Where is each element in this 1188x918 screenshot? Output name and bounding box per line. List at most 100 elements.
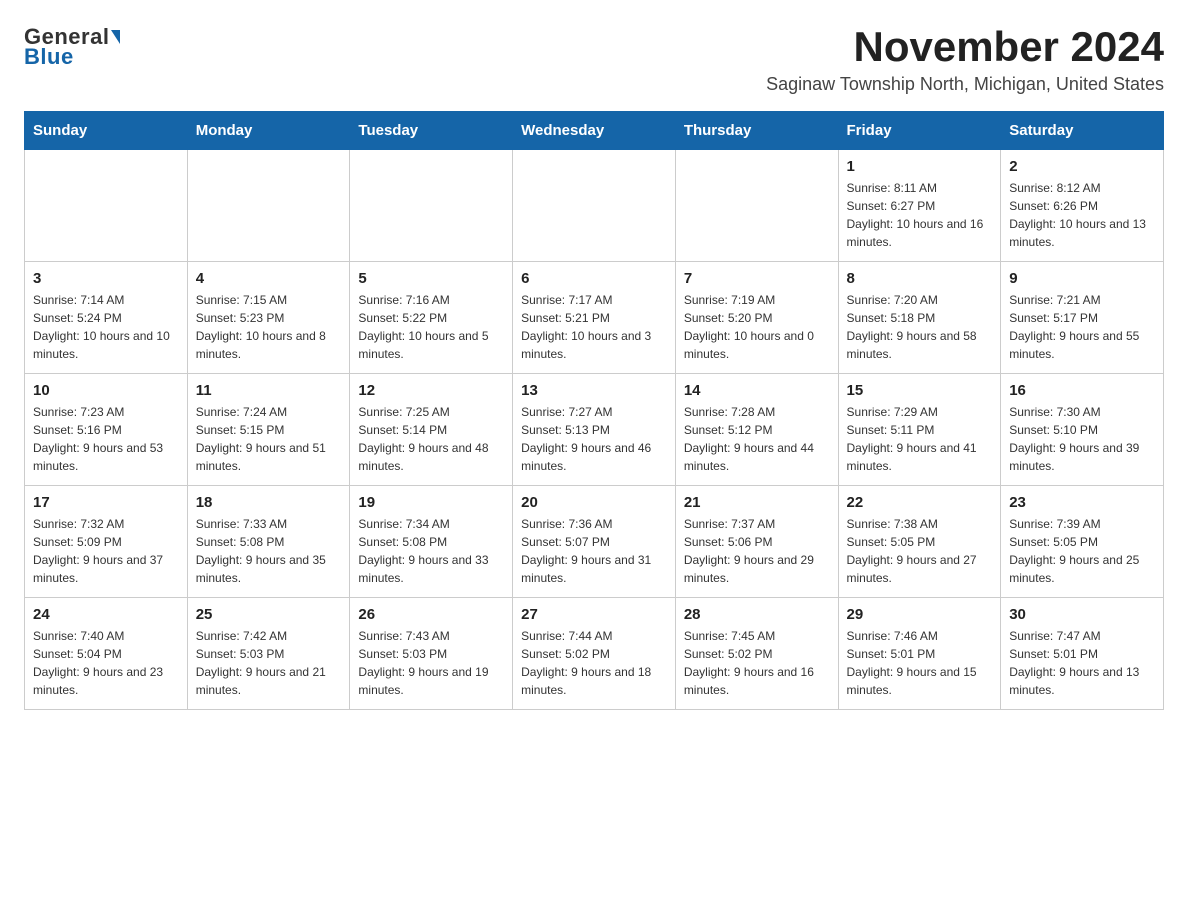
day-number: 23	[1009, 494, 1155, 511]
calendar-week-row: 17 Sunrise: 7:32 AM Sunset: 5:09 PM Dayli…	[25, 486, 1164, 598]
day-info: Sunrise: 7:36 AM Sunset: 5:07 PM Dayligh…	[521, 515, 667, 587]
day-info: Sunrise: 8:12 AM Sunset: 6:26 PM Dayligh…	[1009, 179, 1155, 251]
calendar-cell: 30 Sunrise: 7:47 AM Sunset: 5:01 PM Dayli…	[1001, 598, 1164, 710]
day-info: Sunrise: 7:40 AM Sunset: 5:04 PM Dayligh…	[33, 627, 179, 699]
day-info: Sunrise: 7:45 AM Sunset: 5:02 PM Dayligh…	[684, 627, 830, 699]
calendar-week-row: 10 Sunrise: 7:23 AM Sunset: 5:16 PM Dayli…	[25, 374, 1164, 486]
calendar-body: 1 Sunrise: 8:11 AM Sunset: 6:27 PM Daylig…	[25, 150, 1164, 710]
day-info: Sunrise: 7:30 AM Sunset: 5:10 PM Dayligh…	[1009, 403, 1155, 475]
day-info: Sunrise: 7:47 AM Sunset: 5:01 PM Dayligh…	[1009, 627, 1155, 699]
day-of-week-header: Wednesday	[513, 112, 676, 150]
day-of-week-header: Tuesday	[350, 112, 513, 150]
day-info: Sunrise: 7:43 AM Sunset: 5:03 PM Dayligh…	[358, 627, 504, 699]
calendar-cell: 15Sunrise: 7:29 AM Sunset: 5:11 PM Dayli…	[838, 374, 1001, 486]
day-info: Sunrise: 7:21 AM Sunset: 5:17 PM Dayligh…	[1009, 291, 1155, 363]
day-number: 19	[358, 494, 504, 511]
day-number: 1	[847, 158, 993, 175]
calendar-cell: 21 Sunrise: 7:37 AM Sunset: 5:06 PM Dayli…	[675, 486, 838, 598]
calendar-cell	[675, 150, 838, 262]
day-info: Sunrise: 7:24 AM Sunset: 5:15 PM Dayligh…	[196, 403, 342, 475]
day-info: Sunrise: 7:23 AM Sunset: 5:16 PM Dayligh…	[33, 403, 179, 475]
day-number: 5	[358, 270, 504, 287]
day-number: 12	[358, 382, 504, 399]
page-header: General Blue November 2024 Saginaw Towns…	[24, 24, 1164, 95]
day-info: Sunrise: 8:11 AM Sunset: 6:27 PM Dayligh…	[847, 179, 993, 251]
calendar-cell: 8 Sunrise: 7:20 AM Sunset: 5:18 PM Daylig…	[838, 262, 1001, 374]
day-info: Sunrise: 7:14 AM Sunset: 5:24 PM Dayligh…	[33, 291, 179, 363]
day-number: 17	[33, 494, 179, 511]
day-number: 7	[684, 270, 830, 287]
day-info: Sunrise: 7:34 AM Sunset: 5:08 PM Dayligh…	[358, 515, 504, 587]
location-subtitle: Saginaw Township North, Michigan, United…	[766, 74, 1164, 95]
month-year-title: November 2024	[766, 24, 1164, 70]
calendar-cell: 13Sunrise: 7:27 AM Sunset: 5:13 PM Dayli…	[513, 374, 676, 486]
day-info: Sunrise: 7:33 AM Sunset: 5:08 PM Dayligh…	[196, 515, 342, 587]
day-number: 10	[33, 382, 179, 399]
calendar-cell: 11 Sunrise: 7:24 AM Sunset: 5:15 PM Dayli…	[187, 374, 350, 486]
day-info: Sunrise: 7:32 AM Sunset: 5:09 PM Dayligh…	[33, 515, 179, 587]
day-info: Sunrise: 7:15 AM Sunset: 5:23 PM Dayligh…	[196, 291, 342, 363]
calendar-cell: 23 Sunrise: 7:39 AM Sunset: 5:05 PM Dayli…	[1001, 486, 1164, 598]
day-info: Sunrise: 7:27 AM Sunset: 5:13 PM Dayligh…	[521, 403, 667, 475]
calendar-cell: 4Sunrise: 7:15 AM Sunset: 5:23 PM Daylig…	[187, 262, 350, 374]
day-info: Sunrise: 7:16 AM Sunset: 5:22 PM Dayligh…	[358, 291, 504, 363]
title-area: November 2024 Saginaw Township North, Mi…	[766, 24, 1164, 95]
calendar-cell: 9Sunrise: 7:21 AM Sunset: 5:17 PM Daylig…	[1001, 262, 1164, 374]
calendar-cell: 16Sunrise: 7:30 AM Sunset: 5:10 PM Dayli…	[1001, 374, 1164, 486]
calendar-cell: 2 Sunrise: 8:12 AM Sunset: 6:26 PM Daylig…	[1001, 150, 1164, 262]
day-info: Sunrise: 7:25 AM Sunset: 5:14 PM Dayligh…	[358, 403, 504, 475]
calendar-cell: 25Sunrise: 7:42 AM Sunset: 5:03 PM Dayli…	[187, 598, 350, 710]
calendar-cell: 24 Sunrise: 7:40 AM Sunset: 5:04 PM Dayli…	[25, 598, 188, 710]
calendar-cell: 20 Sunrise: 7:36 AM Sunset: 5:07 PM Dayli…	[513, 486, 676, 598]
day-number: 14	[684, 382, 830, 399]
day-number: 26	[358, 606, 504, 623]
day-number: 28	[684, 606, 830, 623]
calendar-cell	[350, 150, 513, 262]
day-number: 20	[521, 494, 667, 511]
calendar-cell	[25, 150, 188, 262]
day-info: Sunrise: 7:44 AM Sunset: 5:02 PM Dayligh…	[521, 627, 667, 699]
calendar-cell: 27 Sunrise: 7:44 AM Sunset: 5:02 PM Dayli…	[513, 598, 676, 710]
calendar-cell: 18Sunrise: 7:33 AM Sunset: 5:08 PM Dayli…	[187, 486, 350, 598]
day-info: Sunrise: 7:46 AM Sunset: 5:01 PM Dayligh…	[847, 627, 993, 699]
calendar-cell: 10 Sunrise: 7:23 AM Sunset: 5:16 PM Dayli…	[25, 374, 188, 486]
day-number: 25	[196, 606, 342, 623]
logo-triangle-icon	[111, 30, 120, 44]
day-number: 27	[521, 606, 667, 623]
day-info: Sunrise: 7:28 AM Sunset: 5:12 PM Dayligh…	[684, 403, 830, 475]
calendar-cell: 19 Sunrise: 7:34 AM Sunset: 5:08 PM Dayli…	[350, 486, 513, 598]
day-of-week-header: Monday	[187, 112, 350, 150]
day-number: 29	[847, 606, 993, 623]
calendar-week-row: 1 Sunrise: 8:11 AM Sunset: 6:27 PM Daylig…	[25, 150, 1164, 262]
day-number: 2	[1009, 158, 1155, 175]
calendar-cell: 3 Sunrise: 7:14 AM Sunset: 5:24 PM Daylig…	[25, 262, 188, 374]
day-of-week-header: Thursday	[675, 112, 838, 150]
day-number: 6	[521, 270, 667, 287]
calendar-cell: 12 Sunrise: 7:25 AM Sunset: 5:14 PM Dayli…	[350, 374, 513, 486]
day-of-week-header: Friday	[838, 112, 1001, 150]
calendar-cell: 7 Sunrise: 7:19 AM Sunset: 5:20 PM Daylig…	[675, 262, 838, 374]
day-info: Sunrise: 7:39 AM Sunset: 5:05 PM Dayligh…	[1009, 515, 1155, 587]
day-info: Sunrise: 7:17 AM Sunset: 5:21 PM Dayligh…	[521, 291, 667, 363]
day-info: Sunrise: 7:19 AM Sunset: 5:20 PM Dayligh…	[684, 291, 830, 363]
day-number: 11	[196, 382, 342, 399]
day-number: 3	[33, 270, 179, 287]
calendar-cell: 17 Sunrise: 7:32 AM Sunset: 5:09 PM Dayli…	[25, 486, 188, 598]
day-number: 22	[847, 494, 993, 511]
day-number: 24	[33, 606, 179, 623]
logo: General Blue	[24, 24, 120, 70]
day-number: 21	[684, 494, 830, 511]
day-number: 30	[1009, 606, 1155, 623]
calendar-week-row: 3 Sunrise: 7:14 AM Sunset: 5:24 PM Daylig…	[25, 262, 1164, 374]
calendar-cell: 22Sunrise: 7:38 AM Sunset: 5:05 PM Dayli…	[838, 486, 1001, 598]
day-of-week-header: Saturday	[1001, 112, 1164, 150]
calendar-week-row: 24 Sunrise: 7:40 AM Sunset: 5:04 PM Dayli…	[25, 598, 1164, 710]
calendar-header: SundayMondayTuesdayWednesdayThursdayFrid…	[25, 112, 1164, 150]
day-of-week-header: Sunday	[25, 112, 188, 150]
calendar-cell	[513, 150, 676, 262]
day-number: 8	[847, 270, 993, 287]
day-info: Sunrise: 7:37 AM Sunset: 5:06 PM Dayligh…	[684, 515, 830, 587]
day-info: Sunrise: 7:20 AM Sunset: 5:18 PM Dayligh…	[847, 291, 993, 363]
calendar-cell: 14 Sunrise: 7:28 AM Sunset: 5:12 PM Dayli…	[675, 374, 838, 486]
calendar-cell: 29 Sunrise: 7:46 AM Sunset: 5:01 PM Dayli…	[838, 598, 1001, 710]
